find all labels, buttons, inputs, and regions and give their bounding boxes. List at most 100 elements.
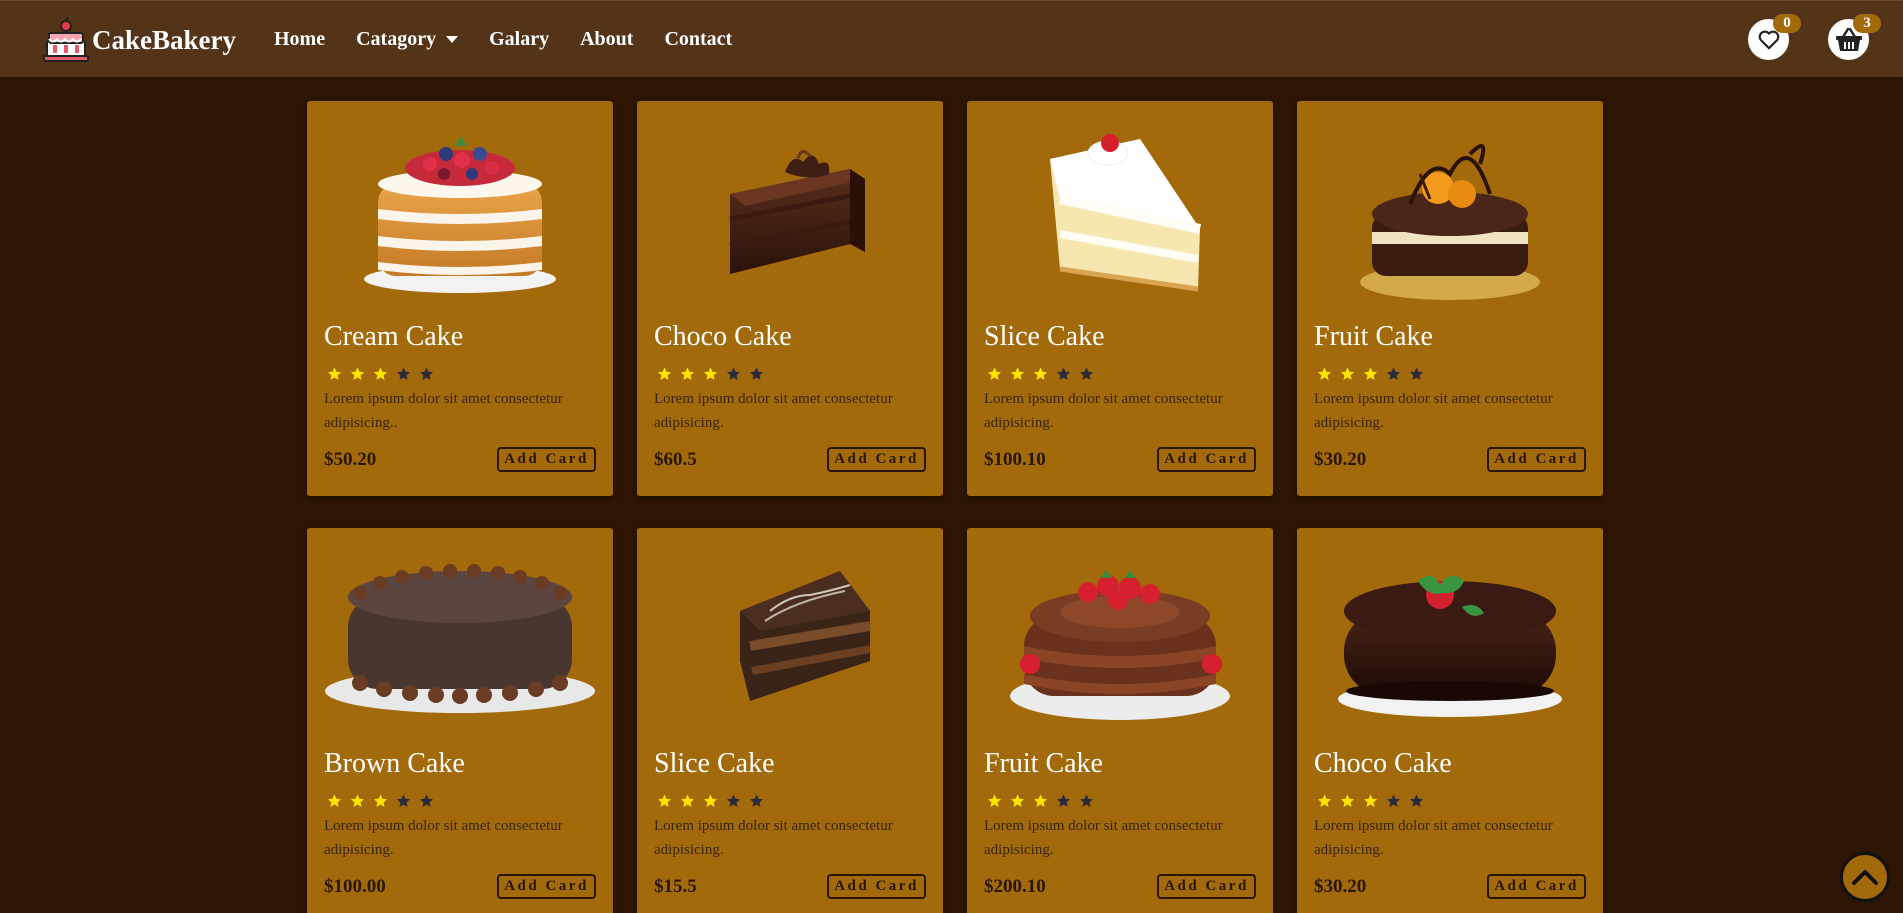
add-to-cart-button[interactable]: Add Card <box>1487 874 1586 899</box>
product-description: Lorem ipsum dolor sit amet consectetur a… <box>1314 818 1553 858</box>
star-filled-icon <box>327 794 342 807</box>
rating-stars <box>1313 790 1428 812</box>
navbar: CakeBakery Home Catagory Galary About Co… <box>0 0 1903 77</box>
product-description: Lorem ipsum dolor sit amet consectetur a… <box>984 391 1223 431</box>
star-filled-icon <box>1010 367 1025 380</box>
product-image <box>637 528 943 743</box>
star-filled-icon <box>657 367 672 380</box>
star-empty-icon <box>749 367 764 380</box>
star-empty-icon <box>726 367 741 380</box>
product-name: Slice Cake <box>984 321 1105 352</box>
product-price: $30.20 <box>1314 876 1367 897</box>
nav-category-label: Catagory <box>356 28 437 50</box>
nav-links: Home Catagory Galary About Contact <box>274 1 763 78</box>
star-filled-icon <box>987 367 1002 380</box>
star-filled-icon <box>680 794 695 807</box>
rating-stars <box>983 363 1098 385</box>
nav-contact[interactable]: Contact <box>664 28 732 51</box>
cart-button[interactable]: 3 <box>1828 14 1881 60</box>
product-name: Slice Cake <box>654 748 775 779</box>
nav-gallery[interactable]: Galary <box>489 28 549 51</box>
star-filled-icon <box>703 794 718 807</box>
scroll-to-top-button[interactable] <box>1840 852 1890 902</box>
product-price: $200.10 <box>984 876 1046 897</box>
star-empty-icon <box>1386 367 1401 380</box>
star-empty-icon <box>726 794 741 807</box>
add-to-cart-button[interactable]: Add Card <box>1487 447 1586 472</box>
product-price: $15.5 <box>654 876 697 897</box>
star-empty-icon <box>1079 794 1094 807</box>
caret-down-icon <box>446 36 459 43</box>
star-filled-icon <box>373 367 388 380</box>
product-price: $60.5 <box>654 449 697 470</box>
star-filled-icon <box>703 367 718 380</box>
product-image <box>637 101 943 316</box>
star-empty-icon <box>1056 367 1071 380</box>
product-price: $50.20 <box>324 449 377 470</box>
cart-count-badge: 3 <box>1853 14 1881 33</box>
star-empty-icon <box>1409 367 1424 380</box>
product-image <box>307 101 613 316</box>
product-price: $100.10 <box>984 449 1046 470</box>
add-to-cart-button[interactable]: Add Card <box>497 874 596 899</box>
star-filled-icon <box>1010 794 1025 807</box>
star-filled-icon <box>1317 367 1332 380</box>
star-filled-icon <box>987 794 1002 807</box>
product-card: Fruit Cake Lorem ipsum dolor sit amet co… <box>967 528 1273 913</box>
add-to-cart-button[interactable]: Add Card <box>1157 447 1256 472</box>
product-description: Lorem ipsum dolor sit amet consectetur a… <box>324 818 563 858</box>
add-to-cart-button[interactable]: Add Card <box>827 874 926 899</box>
star-filled-icon <box>1340 367 1355 380</box>
star-empty-icon <box>1056 794 1071 807</box>
nav-home[interactable]: Home <box>274 28 325 51</box>
rating-stars <box>653 363 768 385</box>
star-filled-icon <box>350 367 365 380</box>
add-to-cart-button[interactable]: Add Card <box>497 447 596 472</box>
chocolate-slice-image <box>740 570 871 701</box>
product-price: $100.00 <box>324 876 386 897</box>
star-filled-icon <box>1340 794 1355 807</box>
heart-icon <box>1758 30 1779 49</box>
product-name: Choco Cake <box>1314 748 1452 779</box>
wishlist-button[interactable]: 0 <box>1748 14 1801 60</box>
product-image <box>967 101 1273 316</box>
product-image <box>307 528 613 743</box>
rating-stars <box>323 363 438 385</box>
product-name: Fruit Cake <box>1314 321 1433 352</box>
nav-category-dropdown[interactable]: Catagory <box>356 28 459 51</box>
strawberry-chocolate-cake-image <box>1010 569 1230 720</box>
chevron-up-icon <box>1852 870 1878 885</box>
product-description: Lorem ipsum dolor sit amet consectetur a… <box>984 818 1223 858</box>
star-empty-icon <box>419 794 434 807</box>
add-to-cart-button[interactable]: Add Card <box>827 447 926 472</box>
star-empty-icon <box>1079 367 1094 380</box>
star-empty-icon <box>419 367 434 380</box>
brand-name: CakeBakery <box>92 24 236 55</box>
star-filled-icon <box>373 794 388 807</box>
cream-cake-image <box>364 135 556 293</box>
product-description: Lorem ipsum dolor sit amet consectetur a… <box>654 818 893 858</box>
product-card: Cream Cake Lorem ipsum dolor sit amet co… <box>307 101 613 496</box>
product-card: Slice Cake Lorem ipsum dolor sit amet co… <box>967 101 1273 496</box>
product-image <box>1297 528 1603 743</box>
star-filled-icon <box>657 794 672 807</box>
rating-stars <box>983 790 1098 812</box>
rating-stars <box>653 790 768 812</box>
product-card: Choco Cake Lorem ipsum dolor sit amet co… <box>637 101 943 496</box>
star-filled-icon <box>1363 367 1378 380</box>
star-empty-icon <box>1386 794 1401 807</box>
product-card: Brown Cake Lorem ipsum dolor sit amet co… <box>307 528 613 913</box>
star-filled-icon <box>327 367 342 380</box>
product-description: Lorem ipsum dolor sit amet consectetur a… <box>324 391 563 431</box>
product-card: Slice Cake Lorem ipsum dolor sit amet co… <box>637 528 943 913</box>
add-to-cart-button[interactable]: Add Card <box>1157 874 1256 899</box>
product-price: $30.20 <box>1314 449 1367 470</box>
star-filled-icon <box>1033 367 1048 380</box>
nav-about[interactable]: About <box>580 28 633 51</box>
star-filled-icon <box>1317 794 1332 807</box>
product-name: Cream Cake <box>324 321 464 352</box>
cake-logo-icon <box>43 16 89 62</box>
product-description: Lorem ipsum dolor sit amet consectetur a… <box>1314 391 1553 431</box>
brand[interactable]: CakeBakery <box>41 15 236 65</box>
star-filled-icon <box>680 367 695 380</box>
